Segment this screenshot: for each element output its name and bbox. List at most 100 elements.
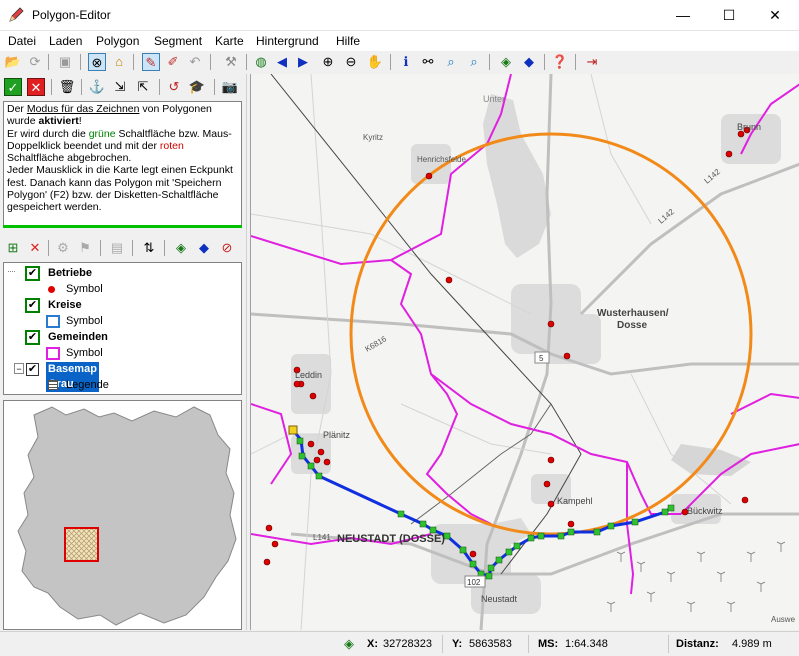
layer-doc-icon[interactable]: ▤ [108, 239, 126, 257]
camera-icon[interactable]: 📷 [221, 78, 239, 96]
separator [214, 79, 215, 95]
search-zoom-icon[interactable]: ⌕ [442, 53, 460, 71]
maximize-button[interactable]: ☐ [706, 0, 752, 31]
separator [48, 54, 49, 70]
edit-polygon-icon[interactable]: ✐ [164, 53, 182, 71]
lasso-icon[interactable]: ↺ [165, 78, 183, 96]
map-labels: Wusterhausen/ Dosse NEUSTADT (DOSSE) Neu… [295, 94, 796, 624]
binoculars-icon[interactable]: ⚯ [419, 53, 437, 71]
layer-props-icon[interactable]: ⚙ [54, 239, 72, 257]
legend-list-icon [48, 380, 58, 390]
title-bar: Polygon-Editor — ☐ ✕ [0, 0, 799, 31]
open-folder-icon[interactable]: 📂 [4, 53, 22, 71]
save-disk-icon[interactable]: ▣ [56, 53, 74, 71]
expand-icon[interactable]: − [14, 363, 24, 374]
menu-segment[interactable]: Segment [154, 34, 202, 48]
menu-datei[interactable]: Datei [8, 34, 36, 48]
polygon-symbol-icon [46, 347, 60, 360]
exit-door-icon[interactable]: ⇥ [583, 53, 601, 71]
label-k6816: K6816 [364, 334, 389, 354]
help-icon[interactable]: ❓ [551, 53, 569, 71]
undo-icon[interactable]: ↶ [186, 53, 204, 71]
label-unter: Unter [483, 94, 505, 104]
y-label: Y: [452, 638, 463, 650]
separator [210, 54, 211, 70]
pan-hand-icon[interactable]: ✋ [366, 53, 384, 71]
arrow-right-icon[interactable]: ▶ [294, 53, 312, 71]
cancel-x-icon[interactable]: ✕ [27, 78, 45, 96]
label-road-5: 5 [539, 354, 544, 363]
separator [575, 54, 576, 70]
distance-value: 4.989 m [732, 638, 772, 650]
menu-hilfe[interactable]: Hilfe [336, 34, 360, 48]
home-icon[interactable]: ⌂ [110, 53, 128, 71]
remove-layer-icon[interactable]: ✕ [26, 239, 44, 257]
zoom-in-icon[interactable]: ⊕ [319, 53, 337, 71]
label-wusterhausen: Wusterhausen/ [597, 308, 669, 319]
map-canvas[interactable]: Wusterhausen/ Dosse NEUSTADT (DOSSE) Neu… [251, 74, 799, 630]
tools-icon[interactable]: ⚒ [222, 53, 240, 71]
merge-tool-icon[interactable]: ⇱ [134, 78, 152, 96]
lake-shape [671, 444, 751, 476]
vertex-tool-icon[interactable]: ⚓ [88, 78, 106, 96]
info-cursor-icon[interactable]: ℹ [397, 53, 415, 71]
layer-forbid-icon[interactable]: ⊘ [218, 239, 236, 257]
menu-karte[interactable]: Karte [215, 34, 244, 48]
layers-globe-icon[interactable]: ◈ [497, 53, 515, 71]
separator [48, 240, 49, 256]
layer-flag-icon[interactable]: ⚑ [76, 239, 94, 257]
search-next-icon[interactable]: ⌕ [465, 53, 483, 71]
layer-diamond-icon[interactable]: ◆ [195, 239, 213, 257]
layer-globe-icon[interactable]: ◈ [172, 239, 190, 257]
globe-icon[interactable]: ◍ [252, 53, 270, 71]
separator [528, 635, 529, 653]
label-dosse: Dosse [617, 320, 647, 331]
draw-polygon-icon[interactable]: ✎ [142, 53, 160, 71]
separator [159, 79, 160, 95]
viewport-rectangle[interactable] [64, 527, 99, 562]
lake-shape [483, 94, 551, 258]
label-l142: L142 [657, 207, 677, 226]
diamond-icon[interactable]: ◆ [520, 53, 538, 71]
layer-checkbox[interactable]: ✔ [25, 330, 40, 345]
arrow-left-icon[interactable]: ◀ [273, 53, 291, 71]
map-view[interactable]: Wusterhausen/ Dosse NEUSTADT (DOSSE) Neu… [250, 74, 799, 630]
separator [442, 635, 443, 653]
layer-checkbox[interactable]: ✔ [25, 266, 40, 281]
ms-label: MS: [538, 638, 559, 650]
layer-checkbox[interactable]: ✔ [26, 363, 39, 376]
window-title: Polygon-Editor [32, 8, 111, 22]
menu-polygon[interactable]: Polygon [96, 34, 139, 48]
menu-laden[interactable]: Laden [49, 34, 82, 48]
info-text: gespeichert werden. [7, 201, 102, 214]
layer-checkbox[interactable]: ✔ [25, 298, 40, 313]
status-bar: ◈ X: 32728323 Y: 5863583 MS: 1:64.348 Di… [0, 631, 799, 656]
map-scale: 1:64.348 [565, 638, 608, 650]
label-henrichsfelde: Henrichsfelde [417, 155, 466, 164]
info-text: Polygon' (F2) bzw. der Disketten-Schaltf… [7, 189, 219, 202]
reload-icon[interactable]: ⟳ [26, 53, 44, 71]
zoom-out-icon[interactable]: ⊖ [342, 53, 360, 71]
info-text: Doppelklick beendet und mit der [7, 139, 160, 152]
symbol-label: Symbol [66, 347, 103, 359]
add-layer-icon[interactable]: ⊞ [4, 239, 22, 257]
minimize-button[interactable]: — [660, 0, 706, 31]
x-label: X: [367, 638, 378, 650]
layer-order-icon[interactable]: ⇅ [140, 239, 158, 257]
info-text: fest. Danach kann das Polygon mit 'Speic… [7, 176, 222, 189]
trash-icon[interactable]: 🗑 [58, 78, 76, 96]
polygon-symbol-icon [46, 315, 60, 328]
graduation-cap-icon[interactable]: 🎓 [188, 78, 206, 96]
split-tool-icon[interactable]: ⇲ [111, 78, 129, 96]
overview-map[interactable] [3, 400, 242, 630]
select-mode-icon[interactable]: ⊗ [88, 53, 106, 71]
district-shape [17, 406, 237, 626]
label-l141: L141 [313, 533, 331, 542]
menu-hintergrund[interactable]: Hintergrund [256, 34, 319, 48]
tree-line [8, 271, 15, 272]
close-button[interactable]: ✕ [752, 0, 798, 31]
layer-name: Gemeinden [48, 331, 108, 343]
confirm-check-icon[interactable]: ✓ [4, 78, 22, 96]
layer-legend: ✔ Betriebe Symbol ✔ Kreise Symbol ✔ Geme… [3, 262, 242, 395]
label-plaenitz: Plänitz [323, 430, 351, 440]
